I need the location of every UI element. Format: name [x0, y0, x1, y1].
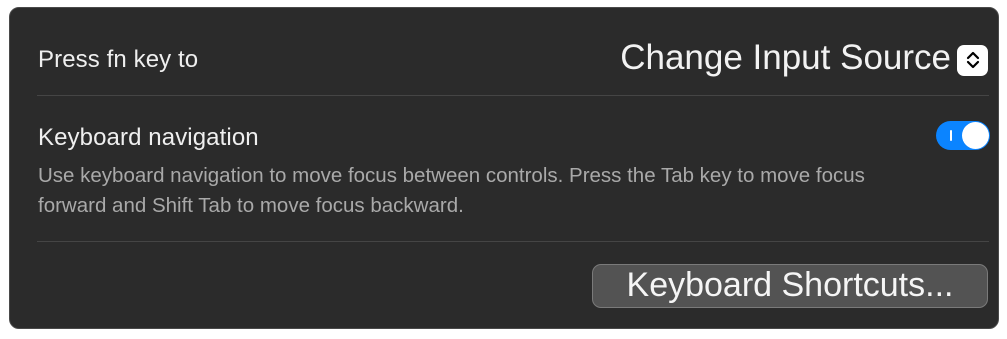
toggle-on-icon	[950, 130, 952, 141]
fn-key-popup-button[interactable]: Change Input Source	[620, 38, 988, 78]
chevron-up-down-icon	[957, 44, 988, 76]
keyboard-navigation-description: Use keyboard navigation to move focus be…	[38, 164, 865, 217]
window-frame: Press fn key to Change Input Source Keyb…	[0, 0, 1007, 339]
toggle-knob	[962, 122, 989, 149]
keyboard-shortcuts-button[interactable]: Keyboard Shortcuts...	[592, 264, 988, 308]
keyboard-navigation-label: Keyboard navigation	[38, 124, 259, 151]
divider	[37, 95, 989, 96]
fn-key-selected-value: Change Input Source	[620, 38, 951, 77]
fn-key-label: Press fn key to	[38, 46, 199, 73]
divider	[37, 241, 989, 242]
keyboard-navigation-toggle[interactable]	[936, 121, 990, 150]
keyboard-settings-panel: Press fn key to Change Input Source Keyb…	[9, 7, 999, 329]
